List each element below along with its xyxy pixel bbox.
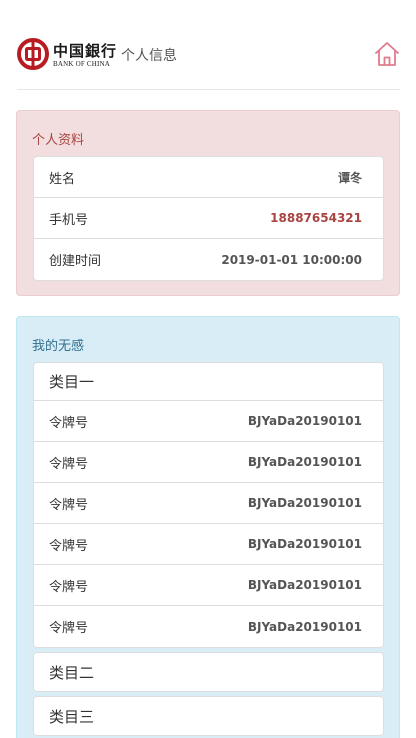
token-value: BJYaDa20190101 [247,537,362,551]
token-label: 令牌号 [49,579,89,595]
name-value: 谭冬 [337,170,362,185]
profile-panel-title: 个人资料 [32,133,85,148]
token-value: BJYaDa20190101 [247,414,362,428]
logo-english-text: BANK OF CHINA [53,60,111,68]
bank-of-china-emblem-icon [17,38,49,70]
bank-of-china-logo: 中国銀行 BANK OF CHINA [17,38,117,72]
page-title: 个人信息 [121,48,177,64]
tokens-panel-title: 我的无感 [32,339,85,354]
token-row: 令牌号 BJYaDa20190101 [34,401,383,442]
token-row: 令牌号 BJYaDa20190101 [34,565,383,606]
profile-panel: 个人资料 姓名 谭冬 手机号 18887654321 创建时间 2019-01-… [16,110,400,296]
token-value: BJYaDa20190101 [247,455,362,469]
profile-row-created: 创建时间 2019-01-01 10:00:00 [34,239,383,280]
category-header[interactable]: 类目一 [34,363,383,401]
category-block-3: 类目三 [33,696,384,736]
name-label: 姓名 [49,171,76,187]
created-time-label: 创建时间 [49,254,102,269]
token-label: 令牌号 [49,621,89,636]
phone-label: 手机号 [49,212,89,228]
created-time-value: 2019-01-01 10:00:00 [221,252,362,267]
logo-chinese-text: 中国銀行 [53,42,118,60]
profile-row-name: 姓名 谭冬 [34,157,383,198]
category-block-2: 类目二 [33,652,384,692]
app-header: 中国銀行 BANK OF CHINA 个人信息 [17,26,400,90]
home-icon[interactable] [374,41,400,67]
category-header[interactable]: 类目二 [34,653,383,691]
token-row: 令牌号 BJYaDa20190101 [34,524,383,565]
token-value: BJYaDa20190101 [247,578,362,592]
token-label: 令牌号 [49,456,89,472]
token-label: 令牌号 [49,415,89,431]
token-row: 令牌号 BJYaDa20190101 [34,483,383,524]
tokens-panel: 我的无感 类目一 令牌号 BJYaDa20190101 令牌号 BJYaDa20… [16,316,400,738]
profile-list: 姓名 谭冬 手机号 18887654321 创建时间 2019-01-01 10… [33,156,384,281]
token-label: 令牌号 [49,538,89,554]
category-header[interactable]: 类目三 [34,697,383,735]
token-value: BJYaDa20190101 [247,496,362,510]
profile-row-phone: 手机号 18887654321 [34,198,383,239]
token-value: BJYaDa20190101 [247,619,362,634]
category-block-1: 类目一 令牌号 BJYaDa20190101 令牌号 BJYaDa2019010… [33,362,384,648]
token-row: 令牌号 BJYaDa20190101 [34,606,383,647]
token-label: 令牌号 [49,497,89,513]
phone-value: 18887654321 [270,211,362,225]
token-row: 令牌号 BJYaDa20190101 [34,442,383,483]
